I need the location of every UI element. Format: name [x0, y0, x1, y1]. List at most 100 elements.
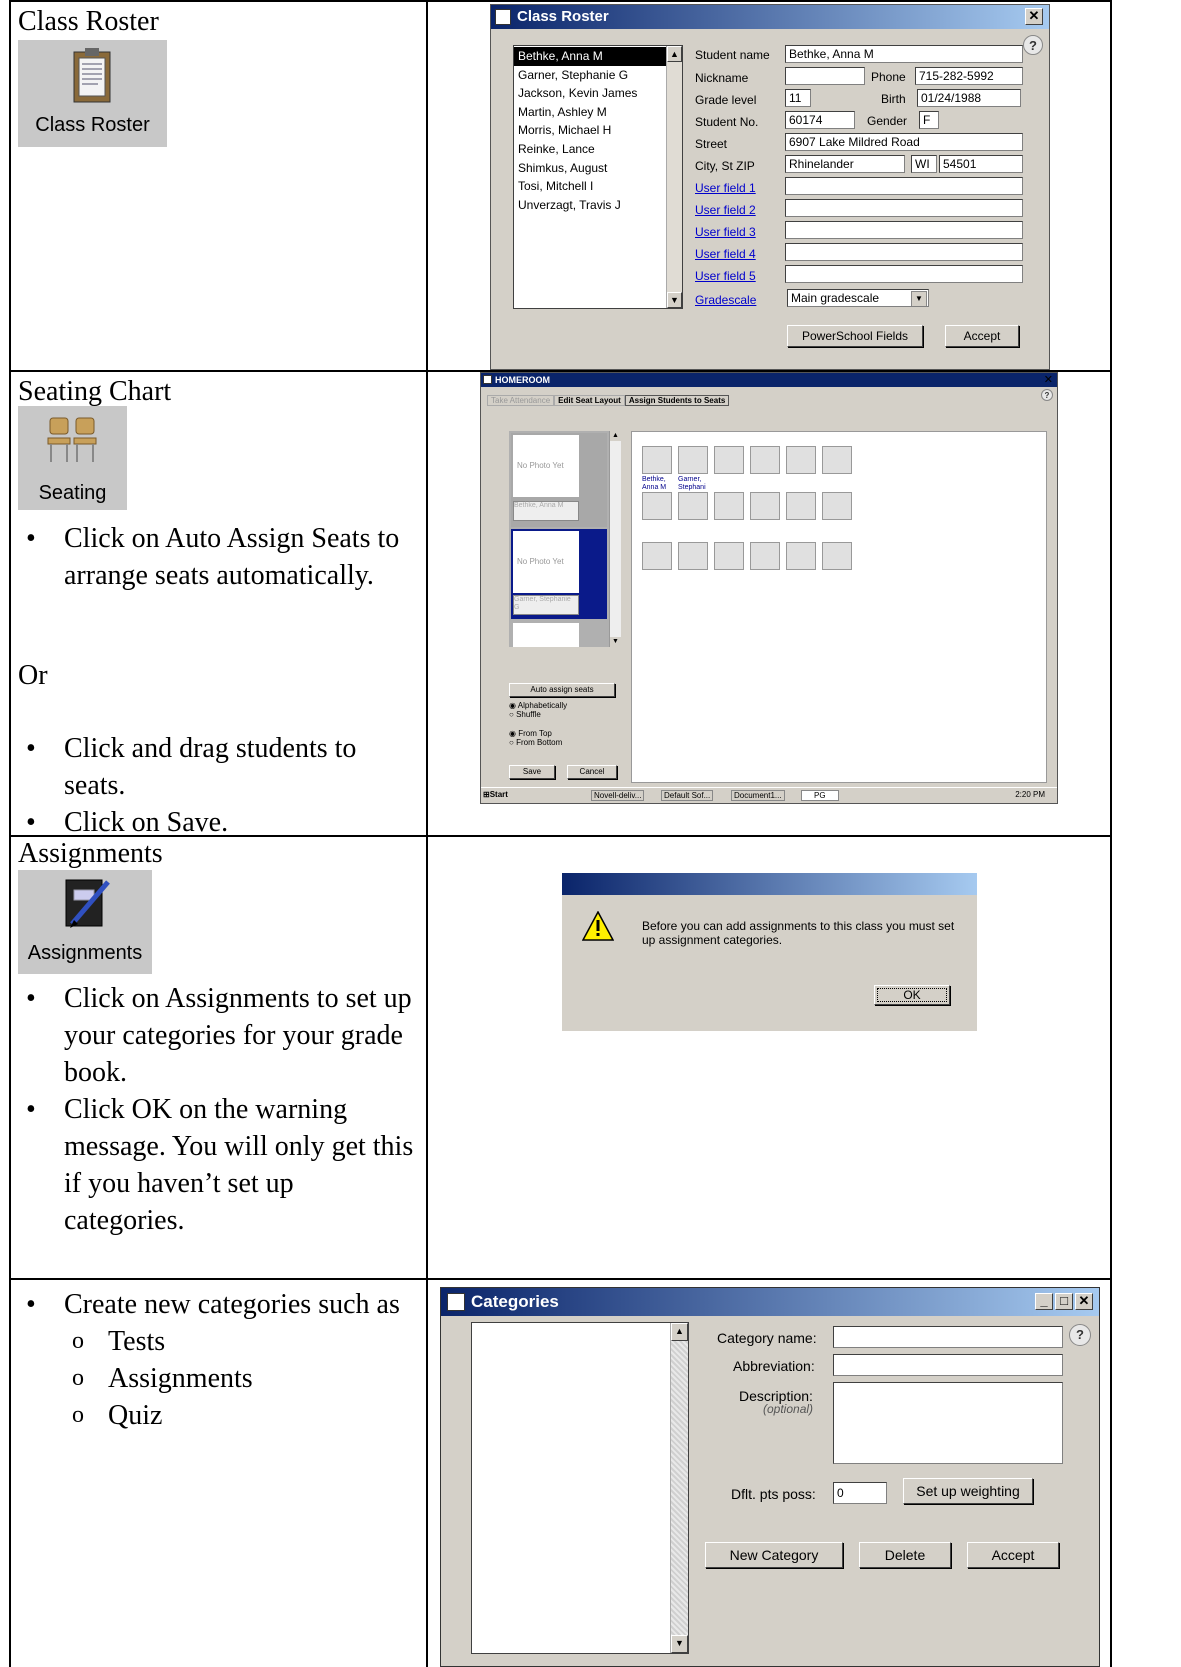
scroll-up-icon[interactable]: ▲	[667, 46, 682, 62]
seat[interactable]	[750, 542, 780, 570]
user-field-1-link[interactable]: User field 1	[695, 181, 756, 195]
student-list-scrollbar[interactable]: ▲ ▼	[666, 46, 682, 308]
photo-card-2-selected[interactable]: No Photo Yet Garner, Stephanie G	[511, 529, 607, 619]
seat[interactable]	[678, 542, 708, 570]
seat[interactable]	[822, 492, 852, 520]
assignments-icon-tile[interactable]: Assignments	[18, 870, 152, 974]
close-icon[interactable]: ✕	[1075, 1293, 1093, 1310]
student-list-item[interactable]: Morris, Michael H	[514, 121, 666, 140]
start-button[interactable]: ⊞Start	[483, 790, 508, 799]
scroll-up-icon[interactable]: ▲	[671, 1323, 688, 1341]
category-name-field[interactable]	[833, 1326, 1063, 1348]
nickname-field[interactable]	[785, 67, 865, 85]
seat[interactable]	[750, 446, 780, 474]
phone-field[interactable]: 715-282-5992	[915, 67, 1023, 85]
seat[interactable]	[750, 492, 780, 520]
save-button[interactable]: Save	[509, 765, 555, 779]
seat[interactable]	[642, 446, 672, 474]
user-field-3-link[interactable]: User field 3	[695, 225, 756, 239]
state-field[interactable]: WI	[911, 155, 937, 173]
photo-card-3[interactable]	[513, 623, 579, 647]
user-field-4[interactable]	[785, 243, 1023, 261]
seat[interactable]	[822, 542, 852, 570]
seat[interactable]	[642, 542, 672, 570]
ok-button[interactable]: OK	[874, 985, 950, 1005]
seat[interactable]	[822, 446, 852, 474]
seat[interactable]	[786, 446, 816, 474]
scroll-down-icon[interactable]: ▼	[667, 292, 682, 308]
radio-alphabetically[interactable]: ◉ Alphabetically	[509, 701, 567, 710]
seat[interactable]	[786, 542, 816, 570]
photo-scrollbar[interactable]: ▲ ▼	[609, 431, 621, 647]
tab-take-attendance[interactable]: Take Attendance	[487, 395, 555, 406]
user-field-5-link[interactable]: User field 5	[695, 269, 756, 283]
categories-list[interactable]: ▲ ▼	[471, 1322, 689, 1654]
seat[interactable]	[714, 492, 744, 520]
scroll-up-icon[interactable]: ▲	[610, 431, 621, 441]
taskbar-item-4[interactable]: PG	[801, 790, 839, 801]
user-field-2-link[interactable]: User field 2	[695, 203, 756, 217]
categories-list-scrollbar[interactable]: ▲ ▼	[670, 1323, 688, 1653]
seat[interactable]	[678, 446, 708, 474]
close-icon[interactable]: ✕	[1025, 8, 1043, 25]
scroll-down-icon[interactable]: ▼	[671, 1635, 688, 1653]
zip-field[interactable]: 54501	[939, 155, 1023, 173]
taskbar-item-3[interactable]: Document1...	[731, 790, 785, 801]
student-list-item[interactable]: Jackson, Kevin James	[514, 84, 666, 103]
user-field-2[interactable]	[785, 199, 1023, 217]
tab-assign-students[interactable]: Assign Students to Seats	[624, 395, 730, 406]
student-list-item[interactable]: Martin, Ashley M	[514, 103, 666, 122]
taskbar-item-2[interactable]: Default Sof...	[661, 790, 714, 801]
user-field-1[interactable]	[785, 177, 1023, 195]
minimize-icon[interactable]: _	[1035, 1293, 1053, 1310]
radio-shuffle[interactable]: ○ Shuffle	[509, 710, 567, 719]
student-list-item[interactable]: Unverzagt, Travis J	[514, 196, 666, 215]
description-field[interactable]	[833, 1382, 1063, 1464]
photo-card-1[interactable]: No Photo Yet Bethke, Anna M	[511, 433, 607, 527]
seating-icon-tile[interactable]: Seating	[18, 406, 127, 510]
user-field-4-link[interactable]: User field 4	[695, 247, 756, 261]
seating-area[interactable]: Bethke, Anna M Garner, Stephani	[631, 431, 1047, 783]
delete-button[interactable]: Delete	[859, 1542, 951, 1568]
radio-from-top[interactable]: ◉ From Top	[509, 729, 562, 738]
seat[interactable]	[642, 492, 672, 520]
taskbar-item-1[interactable]: Novell-deliv...	[591, 790, 645, 801]
powerschool-fields-button[interactable]: PowerSchool Fields	[787, 325, 923, 347]
student-list-item[interactable]: Shimkus, August	[514, 159, 666, 178]
seat[interactable]	[714, 542, 744, 570]
cancel-button[interactable]: Cancel	[567, 765, 617, 779]
birth-field[interactable]: 01/24/1988	[917, 89, 1021, 107]
grade-level-field[interactable]: 11	[785, 89, 811, 107]
radio-from-bottom[interactable]: ○ From Bottom	[509, 738, 562, 747]
seat[interactable]	[678, 492, 708, 520]
set-up-weighting-button[interactable]: Set up weighting	[903, 1478, 1033, 1504]
gradescale-select[interactable]: Main gradescale ▼	[787, 289, 929, 307]
maximize-icon[interactable]: □	[1055, 1293, 1073, 1310]
abbreviation-field[interactable]	[833, 1354, 1063, 1376]
gender-field[interactable]: F	[919, 111, 939, 129]
close-icon[interactable]: ✕	[1044, 373, 1053, 386]
dropdown-arrow-icon[interactable]: ▼	[911, 291, 927, 306]
help-icon[interactable]: ?	[1069, 1324, 1091, 1346]
city-field[interactable]: Rhinelander	[785, 155, 905, 173]
student-list-item[interactable]: Bethke, Anna M	[514, 47, 666, 66]
new-category-button[interactable]: New Category	[705, 1542, 843, 1568]
help-icon[interactable]: ?	[1023, 35, 1043, 55]
student-list-item[interactable]: Garner, Stephanie G	[514, 66, 666, 85]
student-list[interactable]: Bethke, Anna M Garner, Stephanie G Jackson…	[513, 45, 683, 309]
gradescale-link[interactable]: Gradescale	[695, 293, 756, 307]
help-icon[interactable]: ?	[1041, 389, 1053, 401]
dflt-pts-field[interactable]: 0	[833, 1482, 887, 1504]
user-field-3[interactable]	[785, 221, 1023, 239]
student-no-field[interactable]: 60174	[785, 111, 855, 129]
tab-edit-seat-layout[interactable]: Edit Seat Layout	[554, 395, 625, 406]
accept-button[interactable]: Accept	[967, 1542, 1059, 1568]
student-list-item[interactable]: Tosi, Mitchell I	[514, 177, 666, 196]
seat[interactable]	[786, 492, 816, 520]
class-roster-icon-tile[interactable]: Class Roster	[18, 40, 167, 147]
street-field[interactable]: 6907 Lake Mildred Road	[785, 133, 1023, 151]
student-name-field[interactable]: Bethke, Anna M	[785, 45, 1023, 63]
user-field-5[interactable]	[785, 265, 1023, 283]
student-list-item[interactable]: Reinke, Lance	[514, 140, 666, 159]
seat[interactable]	[714, 446, 744, 474]
